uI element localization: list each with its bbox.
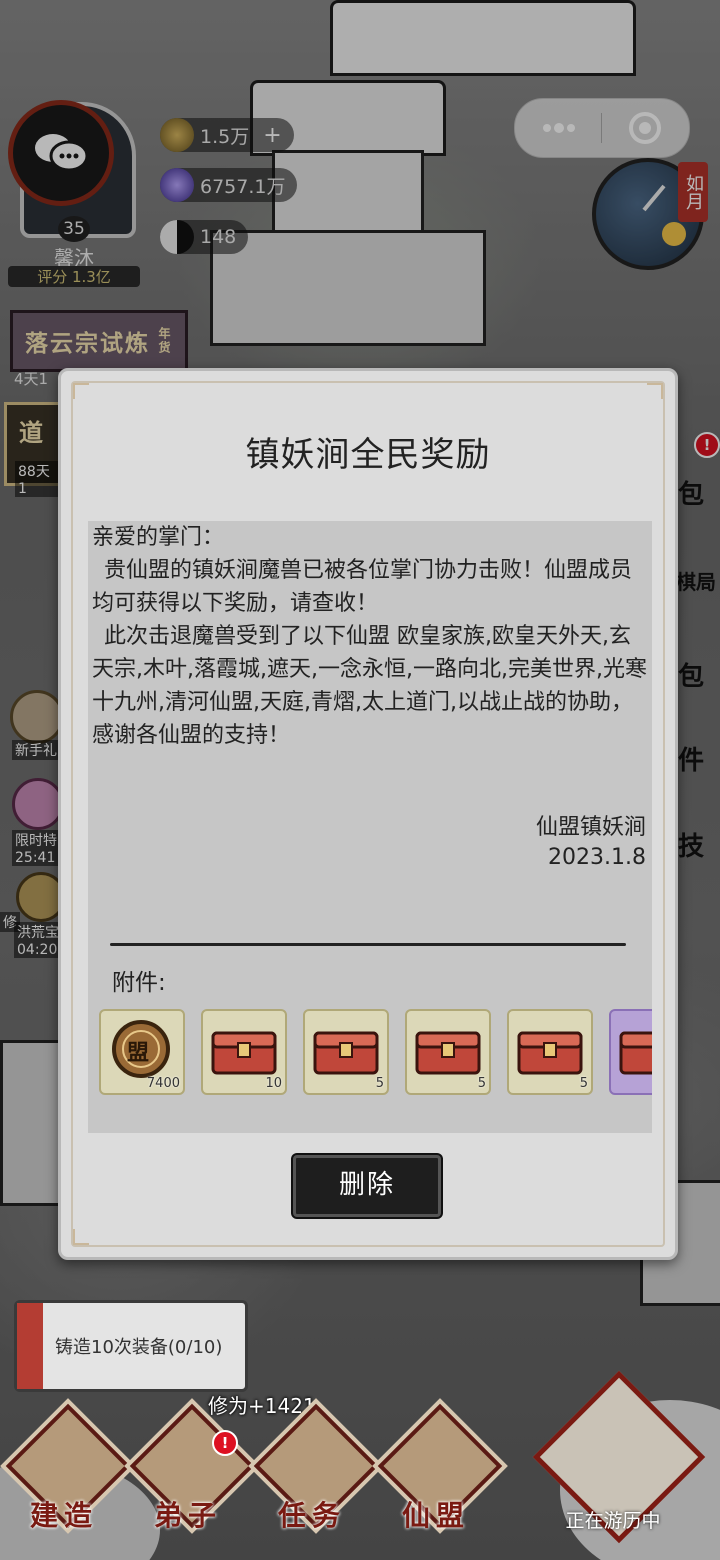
- mail-signature: 仙盟镇妖涧: [535, 815, 646, 840]
- attachment-qty: 10: [265, 1076, 282, 1091]
- attachment-qty: 5: [477, 1076, 486, 1091]
- nav-build-label: 建造: [29, 1499, 98, 1532]
- attachment-item[interactable]: 5: [303, 1009, 389, 1095]
- attachment-qty: 7400: [146, 1076, 180, 1091]
- treasure-chest-icon: [517, 1031, 583, 1075]
- mail-greeting: 亲爱的掌门：: [92, 525, 225, 550]
- attachment-item[interactable]: 5: [405, 1009, 491, 1095]
- nav-alliance-button[interactable]: 仙盟: [377, 1403, 503, 1532]
- attachment-item[interactable]: [609, 1009, 652, 1095]
- mail-signature-block: 仙盟镇妖涧 2023.1.8: [536, 813, 646, 873]
- treasure-chest-icon: [619, 1031, 652, 1075]
- mail-title: 镇妖涧全民奖励: [245, 435, 491, 475]
- mail-paragraph-2: 此次击退魔兽受到了以下仙盟 欧皇家族,欧皇天外天,玄天宗,木叶,落霞城,遮天,一…: [92, 624, 647, 748]
- corner-ornament: [73, 383, 89, 399]
- travel-button[interactable]: 正在游历中: [528, 1370, 706, 1544]
- nav-disciples-button[interactable]: 弟子 !: [129, 1403, 255, 1532]
- quest-tracker[interactable]: 铸造10次装备(0/10): [14, 1300, 248, 1392]
- attachment-item[interactable]: 盟 7400: [99, 1009, 185, 1095]
- corner-ornament: [73, 1229, 89, 1245]
- attachment-item[interactable]: 10: [201, 1009, 287, 1095]
- nav-build-button[interactable]: 建造: [5, 1403, 131, 1532]
- mail-content: 亲爱的掌门： 贵仙盟的镇妖涧魔兽已被各位掌门协力击败！仙盟成员均可获得以下奖励，…: [88, 521, 652, 1133]
- quest-ribbon: [17, 1303, 43, 1389]
- delete-button[interactable]: 删除: [293, 1155, 441, 1217]
- treasure-chest-icon: [415, 1031, 481, 1075]
- disciples-notification-badge: !: [212, 1430, 238, 1456]
- nav-alliance-label: 仙盟: [401, 1499, 470, 1532]
- nav-tasks-label: 任务: [277, 1499, 346, 1532]
- quest-text: 铸造10次装备(0/10): [55, 1337, 223, 1358]
- attachment-item[interactable]: 5: [507, 1009, 593, 1095]
- mail-body: 亲爱的掌门： 贵仙盟的镇妖涧魔兽已被各位掌门协力击败！仙盟成员均可获得以下奖励，…: [92, 521, 648, 752]
- treasure-chest-icon: [313, 1031, 379, 1075]
- divider: [110, 943, 626, 946]
- attachments-list: 盟 7400 10 5 5 5: [99, 1009, 652, 1095]
- attachment-qty: 5: [375, 1076, 384, 1091]
- mail-date: 2023.1.8: [548, 845, 646, 870]
- corner-ornament: [647, 383, 663, 399]
- attachment-qty: 5: [579, 1076, 588, 1091]
- mail-paragraph-1: 贵仙盟的镇妖涧魔兽已被各位掌门协力击败！仙盟成员均可获得以下奖励，请查收！: [92, 558, 633, 616]
- attachments-label: 附件:: [112, 970, 166, 996]
- nav-disciples-label: 弟子: [153, 1499, 222, 1532]
- alliance-coin-emblem: 盟: [127, 1041, 150, 1066]
- travel-status-label: 正在游历中: [565, 1510, 661, 1532]
- nav-tasks-button[interactable]: 任务: [253, 1403, 379, 1532]
- mail-dialog: 镇妖涧全民奖励 亲爱的掌门： 贵仙盟的镇妖涧魔兽已被各位掌门协力击败！仙盟成员均…: [58, 368, 678, 1260]
